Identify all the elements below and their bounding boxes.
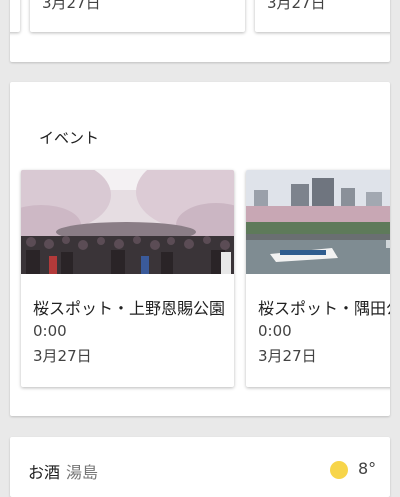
- event-time: 0:00: [33, 322, 67, 340]
- cherry-blossom-crowd-photo: [21, 170, 234, 274]
- card-date: 3月27日: [267, 0, 326, 12]
- event-time: 0:00: [258, 322, 292, 340]
- top-card[interactable]: 3月27日: [30, 0, 245, 32]
- event-card[interactable]: 桜スポット・上野恩賜公園 0:00 3月27日: [21, 170, 234, 387]
- event-date: 3月27日: [258, 347, 317, 365]
- top-card[interactable]: 3月27日: [255, 0, 390, 32]
- event-date: 3月27日: [33, 347, 92, 365]
- events-section: イベント 桜スポット・上野恩賜公園 0:00 3月27日 桜スポット・隅田 0:…: [10, 82, 390, 416]
- river-boat-cherry-blossom-photo: [246, 170, 390, 274]
- card-date: 3月27日: [42, 0, 101, 12]
- weather-section[interactable]: お酒 湯島 8°: [10, 437, 390, 497]
- event-title: 桜スポット・上野恩賜公園: [33, 299, 226, 318]
- event-card[interactable]: 桜スポット・隅田公園 0:00 3月27日: [246, 170, 390, 387]
- section-title: イベント: [39, 129, 100, 147]
- top-cards-section: 3月27日 3月27日: [10, 0, 390, 62]
- temperature: 8°: [358, 459, 377, 478]
- weather-area-name: 湯島: [66, 463, 99, 482]
- weather-location-name: お酒: [28, 463, 61, 482]
- top-card-partial-left[interactable]: [10, 0, 20, 32]
- event-title: 桜スポット・隅田公園: [258, 299, 390, 318]
- sun-icon: [330, 461, 348, 479]
- weather-location: お酒 湯島: [28, 459, 98, 483]
